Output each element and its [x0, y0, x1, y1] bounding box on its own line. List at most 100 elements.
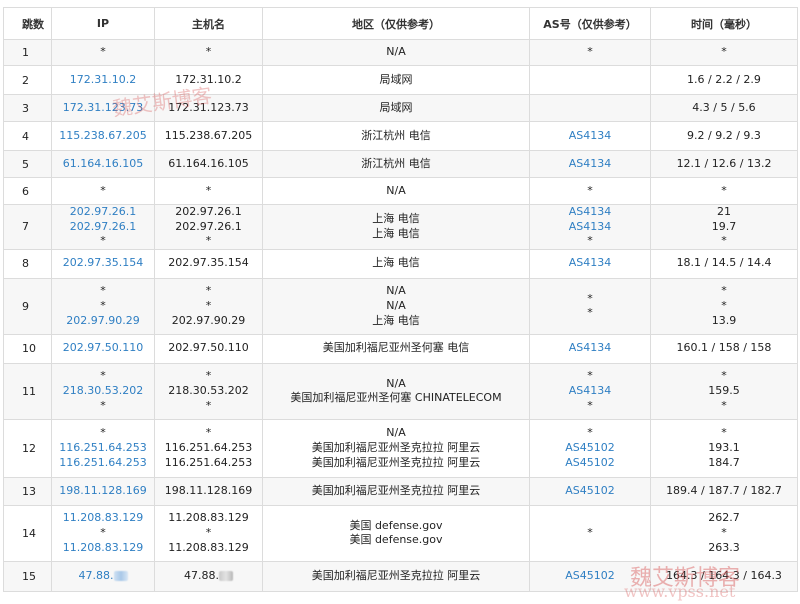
ip-link[interactable]: 115.238.67.205 — [52, 129, 154, 144]
host-value: 116.251.64.253 — [164, 455, 253, 469]
as-link[interactable]: AS4134 — [530, 129, 650, 144]
region-cell: 上海 电信 — [262, 248, 530, 279]
host-value: 202.97.90.29 — [171, 313, 246, 327]
hostname-cell: 11.208.83.129 * 11.208.83.129 — [154, 504, 263, 562]
region-value: 上海 电信 — [372, 212, 420, 226]
region-text: 上海 电信 — [263, 256, 529, 271]
ip-link[interactable]: 116.251.64.253 — [52, 456, 154, 471]
time-text: 13.9 — [651, 314, 797, 329]
hop-cell: 10 — [3, 333, 52, 364]
region-value: N/A — [386, 183, 406, 197]
as-link[interactable]: AS4134 — [530, 256, 650, 271]
time-cell: 160.1 / 158 / 158 — [650, 333, 798, 364]
ip-link[interactable]: 202.97.35.154 — [52, 256, 154, 271]
as-link[interactable]: AS45102 — [530, 569, 650, 584]
hop-cell: 2 — [3, 65, 52, 95]
host-text: * — [155, 45, 262, 60]
host-text: 115.238.67.205 — [155, 129, 262, 144]
host-text: 61.164.16.105 — [155, 157, 262, 172]
time-text: * — [651, 399, 797, 414]
ip-link[interactable]: 202.97.26.1 — [52, 220, 154, 235]
ip-text: * — [52, 45, 154, 60]
as-value: * — [587, 369, 593, 383]
ip-link[interactable]: 11.208.83.129 — [52, 511, 154, 526]
time-text: 262.7 — [651, 511, 797, 526]
as-cell — [529, 94, 651, 122]
ip-link[interactable]: 198.11.128.169 — [52, 484, 154, 499]
table-row: 15 47.88. 47.88. 美国加利福尼亚州圣克拉拉 阿里云 AS45102 164… — [3, 560, 798, 592]
region-cell: 浙江杭州 电信 — [262, 150, 530, 178]
ip-link[interactable]: 61.164.16.105 — [52, 157, 154, 172]
as-cell — [529, 65, 651, 95]
time-value: 184.7 — [708, 455, 740, 469]
ip-value: * — [100, 45, 106, 59]
host-text: * — [155, 526, 262, 541]
as-value: * — [587, 234, 593, 248]
ip-value: * — [100, 426, 106, 440]
ip-cell: 202.97.26.1 202.97.26.1 * — [51, 204, 155, 250]
region-cell: N/A — [262, 39, 530, 66]
time-text: 160.1 / 158 / 158 — [651, 341, 797, 356]
time-cell: 9.2 / 9.2 / 9.3 — [650, 121, 798, 151]
host-value: 47.88. — [184, 568, 219, 582]
ip-link[interactable]: 11.208.83.129 — [52, 541, 154, 556]
ip-cell: 172.31.10.2 — [51, 65, 155, 95]
region-text: 美国 defense.gov — [263, 533, 529, 548]
as-value: AS4134 — [568, 256, 612, 270]
hop-cell: 12 — [3, 418, 52, 478]
as-link[interactable]: AS4134 — [530, 384, 650, 399]
as-link[interactable]: AS45102 — [530, 484, 650, 499]
region-text: 美国加利福尼亚州圣克拉拉 阿里云 — [263, 456, 529, 471]
region-value: N/A — [386, 426, 406, 440]
time-text: * — [651, 299, 797, 314]
region-text: 美国加利福尼亚州圣克拉拉 阿里云 — [263, 569, 529, 584]
as-link[interactable]: AS45102 — [530, 441, 650, 456]
table-row: 2 172.31.10.2 172.31.10.2 局域网 1.6 / 2.2 / 2.… — [3, 65, 798, 95]
time-text: * — [651, 184, 797, 199]
as-link[interactable]: AS4134 — [530, 220, 650, 235]
table-row: 10 202.97.50.110 202.97.50.110 美国加利福尼亚州圣何塞 … — [3, 333, 798, 364]
as-value: AS4134 — [568, 156, 612, 170]
host-text: 202.97.26.1 — [155, 205, 262, 220]
hostname-cell: 47.88. — [154, 560, 263, 592]
ip-link[interactable]: 218.30.53.202 — [52, 384, 154, 399]
as-value: * — [587, 291, 593, 305]
time-cell: * — [650, 177, 798, 205]
host-text: 172.31.10.2 — [155, 73, 262, 88]
ip-cell: * — [51, 39, 155, 66]
hop-cell: 1 — [3, 39, 52, 66]
ip-link[interactable]: 116.251.64.253 — [52, 441, 154, 456]
ip-link[interactable]: 202.97.90.29 — [52, 314, 154, 329]
hop-cell: 4 — [3, 121, 52, 151]
ip-value: 172.31.123.73 — [62, 100, 144, 114]
ip-link[interactable]: 172.31.10.2 — [52, 73, 154, 88]
host-text: * — [155, 284, 262, 299]
as-link[interactable]: AS4134 — [530, 341, 650, 356]
ip-link[interactable]: 47.88. — [52, 569, 154, 584]
as-link[interactable]: AS45102 — [530, 456, 650, 471]
hop-cell: 13 — [3, 476, 52, 506]
ip-value: 115.238.67.205 — [59, 128, 147, 142]
as-link[interactable]: AS4134 — [530, 205, 650, 220]
host-text: 202.97.26.1 — [155, 220, 262, 235]
ip-link[interactable]: 202.97.50.110 — [52, 341, 154, 356]
hostname-cell: * — [154, 39, 263, 66]
ip-link[interactable]: 172.31.123.73 — [52, 101, 154, 116]
host-value: * — [205, 298, 212, 312]
header-hop: 跳数 — [3, 7, 52, 40]
table-row: 1 * * N/A * * — [3, 39, 798, 66]
ip-link[interactable]: 202.97.26.1 — [52, 205, 154, 220]
host-text: * — [155, 426, 262, 441]
hostname-cell: 115.238.67.205 — [154, 121, 263, 151]
as-cell: AS4134 — [529, 248, 651, 279]
time-cell: 12.1 / 12.6 / 13.2 — [650, 150, 798, 178]
ip-cell: 47.88. — [51, 560, 155, 592]
ip-cell: 11.208.83.129 * 11.208.83.129 — [51, 504, 155, 562]
host-text: * — [155, 299, 262, 314]
region-text: 美国加利福尼亚州圣克拉拉 阿里云 — [263, 484, 529, 499]
time-text: 263.3 — [651, 541, 797, 556]
region-value: 局域网 — [379, 72, 413, 86]
time-text: * — [651, 284, 797, 299]
host-text: 218.30.53.202 — [155, 384, 262, 399]
as-link[interactable]: AS4134 — [530, 157, 650, 172]
